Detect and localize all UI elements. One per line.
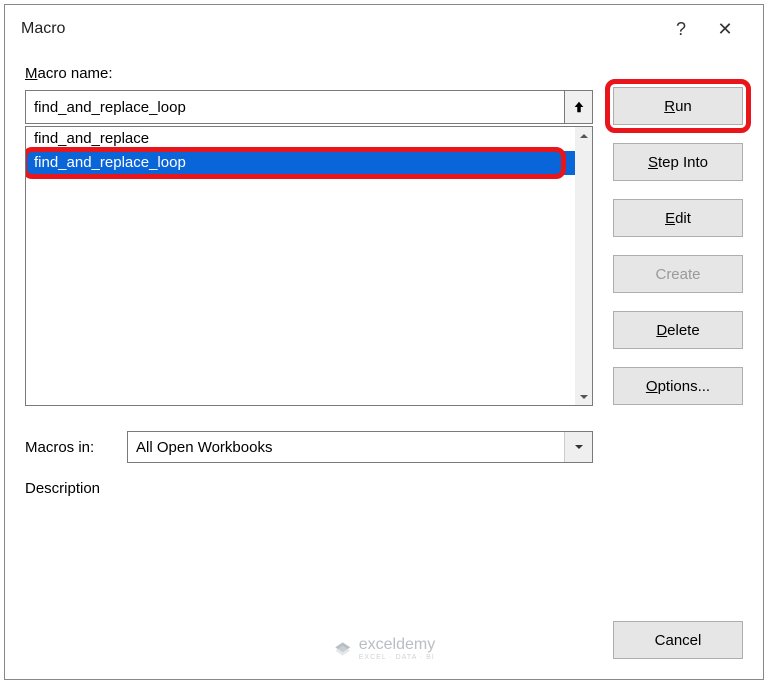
list-item[interactable]: find_and_replace_loop xyxy=(26,151,592,175)
macro-name-row xyxy=(25,90,593,124)
chevron-down-icon xyxy=(574,442,584,452)
help-button[interactable]: ? xyxy=(659,19,703,40)
delete-button[interactable]: Delete xyxy=(613,311,743,349)
macros-in-row: Macros in: All Open Workbooks xyxy=(25,430,593,464)
list-item[interactable]: find_and_replace xyxy=(26,127,592,151)
cancel-row: Cancel xyxy=(613,621,743,659)
macro-name-label: Macro name: xyxy=(25,65,593,82)
run-button[interactable]: Run xyxy=(613,87,743,125)
create-button: Create xyxy=(613,255,743,293)
macro-listbox[interactable]: find_and_replace find_and_replace_loop xyxy=(25,126,593,406)
chevron-down-icon xyxy=(579,392,589,402)
scroll-down-button[interactable] xyxy=(575,388,592,405)
titlebar: Macro ? ✕ xyxy=(5,5,763,53)
macros-in-value: All Open Workbooks xyxy=(136,439,272,456)
close-button[interactable]: ✕ xyxy=(703,19,747,40)
select-dropdown-button[interactable] xyxy=(564,432,592,462)
description-label: Description xyxy=(25,480,593,497)
dialog-body: Macro name: find_and_replace find_and_re… xyxy=(5,53,763,679)
macros-in-label: Macros in: xyxy=(25,439,115,456)
goto-macro-button[interactable] xyxy=(565,90,593,124)
right-panel: Run Step Into Edit Create Delete Options… xyxy=(613,61,743,659)
cancel-button[interactable]: Cancel xyxy=(613,621,743,659)
scroll-up-button[interactable] xyxy=(575,127,592,144)
step-into-button[interactable]: Step Into xyxy=(613,143,743,181)
edit-button[interactable]: Edit xyxy=(613,199,743,237)
left-panel: Macro name: find_and_replace find_and_re… xyxy=(25,61,593,659)
dialog-title: Macro xyxy=(21,20,659,38)
scrollbar[interactable] xyxy=(575,127,592,405)
chevron-up-icon xyxy=(579,131,589,141)
macro-name-input[interactable] xyxy=(25,90,565,124)
arrow-up-icon xyxy=(572,100,586,114)
macros-in-select[interactable]: All Open Workbooks xyxy=(127,431,593,463)
macro-dialog: Macro ? ✕ Macro name: find_and_replace f… xyxy=(4,4,764,680)
options-button[interactable]: Options... xyxy=(613,367,743,405)
